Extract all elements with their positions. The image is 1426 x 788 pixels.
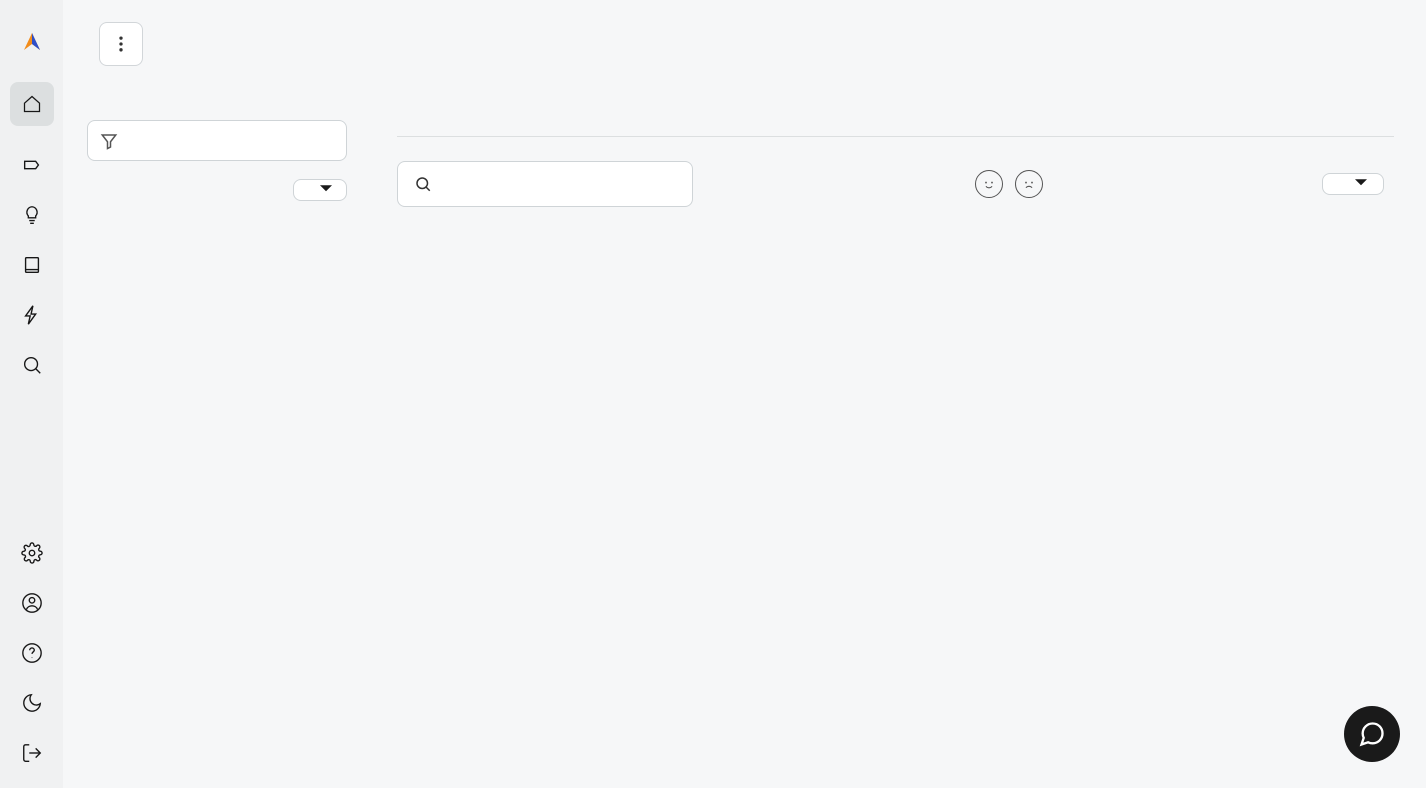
bolt-icon[interactable] [21,304,43,326]
tag-outline-icon[interactable] [21,154,43,176]
lightbulb-icon[interactable] [21,204,43,226]
more-options-button[interactable] [99,22,143,66]
home-icon[interactable] [10,82,54,126]
sort-select[interactable] [293,179,347,201]
logo [20,30,44,54]
sentiment-positive[interactable] [975,170,1003,198]
results-panel [397,120,1402,277]
help-icon[interactable] [21,642,43,664]
logout-icon[interactable] [21,742,43,764]
filter-tags-box[interactable] [87,120,347,161]
stats-row [397,120,1394,137]
funnel-icon [100,132,118,150]
match-mode-select[interactable] [1322,173,1384,195]
search-icon[interactable] [21,354,43,376]
nav-rail [0,0,63,788]
sentiment-negative[interactable] [1015,170,1043,198]
account-icon[interactable] [21,592,43,614]
search-results-box[interactable] [397,161,693,207]
book-icon[interactable] [21,254,43,276]
moon-icon[interactable] [21,692,43,714]
search-results-input[interactable] [442,174,676,194]
filter-tags-input[interactable] [126,131,334,150]
settings-icon[interactable] [21,542,43,564]
search-icon [414,175,432,193]
help-chat-button[interactable] [1344,706,1400,762]
tags-sidebar [87,120,347,277]
